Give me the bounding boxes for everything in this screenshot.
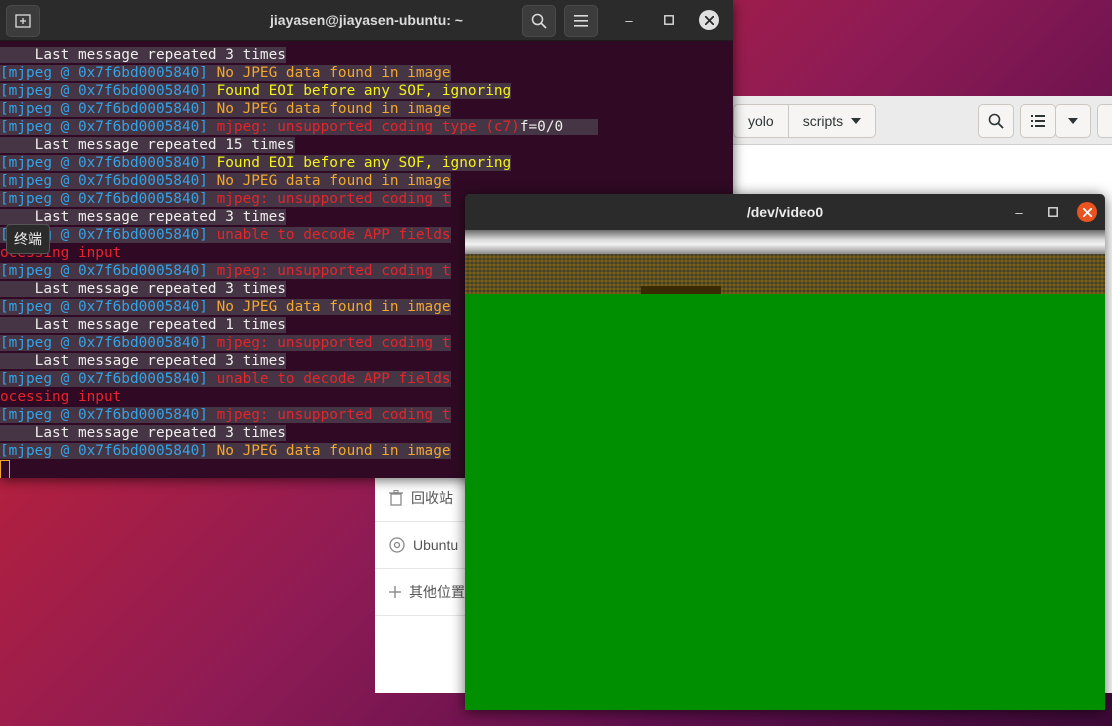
terminal-text: [mjpeg @ 0x7f6bd0005840]	[0, 101, 217, 117]
terminal-cursor	[0, 460, 10, 478]
maximize-icon	[1048, 207, 1058, 217]
plus-icon	[389, 586, 401, 598]
video-close-button[interactable]	[1077, 202, 1097, 222]
terminal-text: No JPEG data found in image	[216, 299, 451, 315]
view-options-button[interactable]	[1055, 104, 1091, 138]
video-frame	[465, 230, 1105, 710]
close-icon	[1082, 207, 1092, 217]
terminal-text: Last message repeated 3 times	[0, 425, 286, 441]
terminal-text: Found EOI before any SOF, ignoring	[216, 83, 512, 99]
minimize-icon: –	[1015, 204, 1023, 220]
terminal-text: [mjpeg @ 0x7f6bd0005840]	[0, 371, 217, 387]
menu-button[interactable]	[1097, 104, 1112, 138]
terminal-line: [mjpeg @ 0x7f6bd0005840] Found EOI befor…	[0, 82, 733, 100]
terminal-text: No JPEG data found in image	[216, 101, 451, 117]
terminal-text: mjpeg: unsupported coding t	[216, 263, 451, 279]
terminal-menu-button[interactable]	[564, 5, 598, 37]
terminal-text: Found EOI before any SOF, ignoring	[216, 155, 512, 171]
terminal-line: [mjpeg @ 0x7f6bd0005840] mjpeg: unsuppor…	[0, 118, 733, 136]
terminal-line: Last message repeated 3 times	[0, 46, 733, 64]
minimize-icon: –	[625, 12, 633, 28]
terminal-text: [mjpeg @ 0x7f6bd0005840]	[0, 299, 217, 315]
terminal-text: Last message repeated 3 times	[0, 281, 286, 297]
terminal-text: [mjpeg @ 0x7f6bd0005840]	[0, 335, 217, 351]
terminal-search-button[interactable]	[522, 5, 556, 37]
terminal-text: [mjpeg @ 0x7f6bd0005840]	[0, 407, 217, 423]
terminal-text: mjpeg: unsupported coding t	[216, 191, 451, 207]
sidebar: 回收站 Ubuntu 其他位置	[375, 475, 465, 616]
video-maximize-button[interactable]	[1043, 202, 1063, 222]
hamburger-icon	[574, 15, 588, 27]
terminal-line: Last message repeated 15 times	[0, 136, 733, 154]
terminal-text: f=0/0	[519, 119, 598, 135]
terminal-text: [mjpeg @ 0x7f6bd0005840]	[0, 83, 217, 99]
terminal-text: mjpeg: unsupported coding t	[216, 335, 451, 351]
sidebar-item-label: 回收站	[411, 490, 453, 506]
path-bar: yolo scripts	[733, 104, 877, 138]
video-frame-artifact	[641, 286, 721, 294]
path-segment-scripts[interactable]: scripts	[789, 105, 875, 137]
chevron-down-icon	[851, 118, 862, 124]
terminal-titlebar[interactable]: jiayasen@jiayasen-ubuntu: ~ –	[0, 0, 733, 41]
search-icon	[988, 113, 1004, 129]
terminal-line: [mjpeg @ 0x7f6bd0005840] No JPEG data fo…	[0, 100, 733, 118]
terminal-text: Last message repeated 3 times	[0, 47, 286, 63]
terminal-text: unable to decode APP fields	[216, 227, 451, 243]
video-window: /dev/video0 –	[465, 194, 1105, 710]
sidebar-item-label: 其他位置	[409, 584, 465, 600]
terminal-line: [mjpeg @ 0x7f6bd0005840] No JPEG data fo…	[0, 172, 733, 190]
chevron-down-icon	[1068, 118, 1078, 124]
terminal-text: [mjpeg @ 0x7f6bd0005840]	[0, 155, 217, 171]
terminal-text: ocessing input	[0, 389, 122, 405]
maximize-button[interactable]	[659, 10, 679, 30]
terminal-text: [mjpeg @ 0x7f6bd0005840]	[0, 119, 217, 135]
terminal-text: [mjpeg @ 0x7f6bd0005840]	[0, 65, 217, 81]
terminal-text: No JPEG data found in image	[216, 65, 451, 81]
terminal-line: [mjpeg @ 0x7f6bd0005840] No JPEG data fo…	[0, 64, 733, 82]
terminal-text: [mjpeg @ 0x7f6bd0005840]	[0, 191, 217, 207]
terminal-text: Last message repeated 3 times	[0, 353, 286, 369]
video-minimize-button[interactable]: –	[1009, 202, 1029, 222]
video-titlebar[interactable]: /dev/video0 –	[465, 194, 1105, 230]
search-icon	[531, 13, 547, 29]
terminal-text: [mjpeg @ 0x7f6bd0005840]	[0, 443, 217, 459]
close-icon	[704, 15, 714, 25]
terminal-text: mjpeg: unsupported coding t	[216, 407, 451, 423]
terminal-text: Last message repeated 3 times	[0, 209, 286, 225]
close-button[interactable]	[699, 10, 719, 30]
video-frame-top-strip	[465, 230, 1105, 254]
sidebar-item-trash[interactable]: 回收站	[375, 475, 465, 522]
video-frame-noise-overlay	[465, 254, 1105, 294]
terminal-tooltip: 终端	[6, 224, 50, 254]
list-icon	[1031, 115, 1045, 127]
terminal-text: No JPEG data found in image	[216, 443, 451, 459]
minimize-button[interactable]: –	[619, 10, 639, 30]
maximize-icon	[664, 15, 674, 25]
terminal-text: mjpeg: unsupported coding type (c7)	[216, 119, 520, 135]
terminal-line: [mjpeg @ 0x7f6bd0005840] Found EOI befor…	[0, 154, 733, 172]
disc-icon	[389, 537, 405, 553]
trash-icon	[389, 490, 403, 506]
sidebar-item-label: Ubuntu	[413, 537, 459, 553]
terminal-text: No JPEG data found in image	[216, 173, 451, 189]
view-list-button[interactable]	[1020, 104, 1056, 138]
terminal-text: [mjpeg @ 0x7f6bd0005840]	[0, 173, 217, 189]
sidebar-item-other-locations[interactable]: 其他位置	[375, 569, 465, 616]
terminal-text: [mjpeg @ 0x7f6bd0005840]	[0, 263, 217, 279]
terminal-text: Last message repeated 15 times	[0, 137, 295, 153]
sidebar-item-ubuntu[interactable]: Ubuntu	[375, 522, 465, 569]
terminal-text: Last message repeated 1 times	[0, 317, 286, 333]
path-segment-yolo[interactable]: yolo	[734, 105, 789, 137]
search-button[interactable]	[978, 104, 1014, 138]
terminal-text: unable to decode APP fields	[216, 371, 451, 387]
